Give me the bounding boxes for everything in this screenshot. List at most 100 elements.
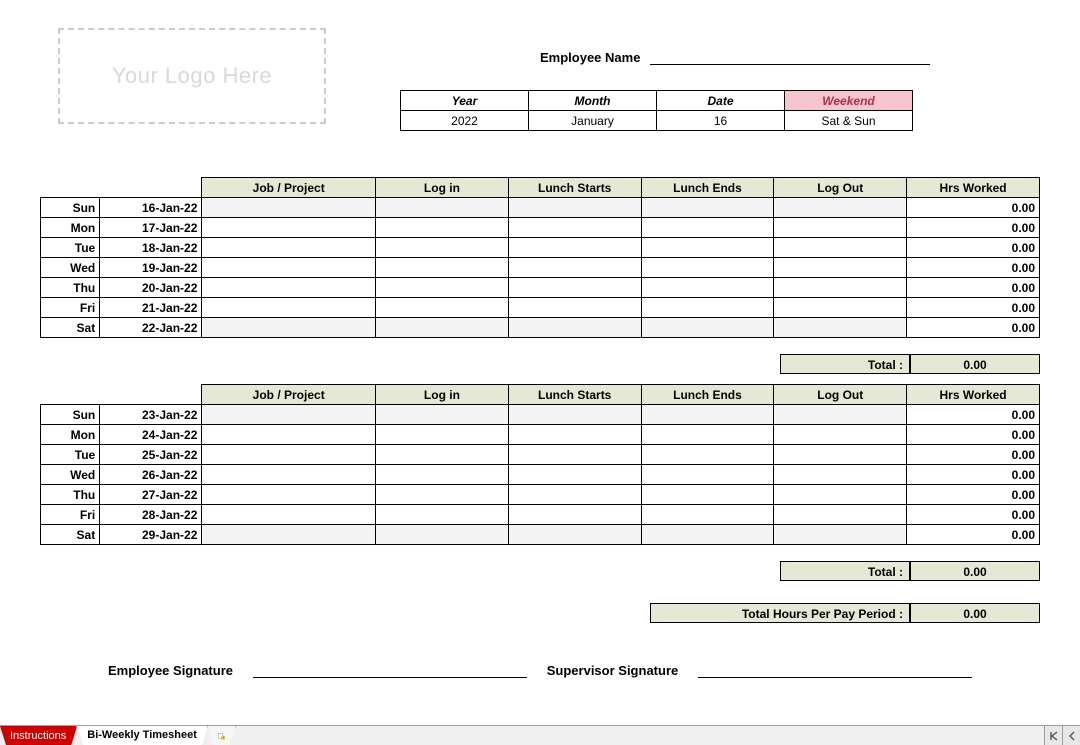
logout-cell[interactable] [774,258,907,278]
lunchstart-cell[interactable] [508,405,641,425]
job-cell[interactable] [202,198,376,218]
job-cell[interactable] [202,298,376,318]
logo-placeholder[interactable]: Your Logo Here [58,28,326,124]
scroll-prev-button[interactable] [1062,726,1080,745]
employee-name-line[interactable] [650,64,930,65]
tab-new-sheet[interactable] [208,726,236,745]
lunchstart-cell[interactable] [508,445,641,465]
job-cell[interactable] [202,525,376,545]
lunchend-cell[interactable] [641,445,774,465]
logout-cell[interactable] [774,485,907,505]
logout-cell[interactable] [774,465,907,485]
week2-total-label: Total : [780,561,910,581]
logout-cell[interactable] [774,298,907,318]
login-cell[interactable] [376,218,509,238]
hrs-cell: 0.00 [907,525,1040,545]
login-cell[interactable] [376,485,509,505]
logout-cell[interactable] [774,525,907,545]
col-lunchstart-header: Lunch Starts [508,178,641,198]
col-login-header: Log in [376,178,509,198]
lunchstart-cell[interactable] [508,318,641,338]
lunchstart-cell[interactable] [508,485,641,505]
lunchend-cell[interactable] [641,405,774,425]
lunchend-cell[interactable] [641,298,774,318]
meta-weekend[interactable]: Sat & Sun [785,111,913,131]
lunchstart-cell[interactable] [508,425,641,445]
login-cell[interactable] [376,445,509,465]
tab-biweekly-timesheet[interactable]: Bi-Weekly Timesheet [77,726,208,745]
employee-signature-line[interactable] [253,663,527,678]
supervisor-signature-label: Supervisor Signature [547,663,678,678]
login-cell[interactable] [376,238,509,258]
login-cell[interactable] [376,278,509,298]
week1-row: Sat22-Jan-220.00 [41,318,1040,338]
login-cell[interactable] [376,465,509,485]
lunchstart-cell[interactable] [508,298,641,318]
pay-period-label: Total Hours Per Pay Period : [650,603,910,623]
login-cell[interactable] [376,525,509,545]
job-cell[interactable] [202,505,376,525]
lunchstart-cell[interactable] [508,218,641,238]
week2-row: Mon24-Jan-220.00 [41,425,1040,445]
scroll-first-button[interactable] [1044,726,1062,745]
supervisor-signature-line[interactable] [698,663,972,678]
job-cell[interactable] [202,425,376,445]
meta-date[interactable]: 16 [657,111,785,131]
job-cell[interactable] [202,465,376,485]
hrs-cell: 0.00 [907,425,1040,445]
hrs-cell: 0.00 [907,505,1040,525]
lunchend-cell[interactable] [641,485,774,505]
job-cell[interactable] [202,318,376,338]
login-cell[interactable] [376,505,509,525]
job-cell[interactable] [202,218,376,238]
col-lunchend-header: Lunch Ends [641,385,774,405]
lunchstart-cell[interactable] [508,238,641,258]
login-cell[interactable] [376,298,509,318]
logout-cell[interactable] [774,238,907,258]
lunchend-cell[interactable] [641,465,774,485]
logout-cell[interactable] [774,445,907,465]
lunchstart-cell[interactable] [508,278,641,298]
lunchstart-cell[interactable] [508,525,641,545]
logout-cell[interactable] [774,425,907,445]
lunchstart-cell[interactable] [508,505,641,525]
tab-instructions[interactable]: Instructions [0,726,77,745]
job-cell[interactable] [202,445,376,465]
logout-cell[interactable] [774,318,907,338]
logout-cell[interactable] [774,218,907,238]
lunchend-cell[interactable] [641,318,774,338]
lunchstart-cell[interactable] [508,258,641,278]
employee-name-field[interactable]: Employee Name [540,50,930,65]
login-cell[interactable] [376,405,509,425]
login-cell[interactable] [376,258,509,278]
day-cell: Sat [41,525,100,545]
lunchend-cell[interactable] [641,505,774,525]
lunchend-cell[interactable] [641,525,774,545]
logout-cell[interactable] [774,505,907,525]
week2-row: Fri28-Jan-220.00 [41,505,1040,525]
day-cell: Thu [41,485,100,505]
meta-year[interactable]: 2022 [401,111,529,131]
lunchend-cell[interactable] [641,198,774,218]
job-cell[interactable] [202,405,376,425]
lunchstart-cell[interactable] [508,198,641,218]
job-cell[interactable] [202,238,376,258]
logout-cell[interactable] [774,278,907,298]
lunchstart-cell[interactable] [508,465,641,485]
lunchend-cell[interactable] [641,278,774,298]
week1-row: Fri21-Jan-220.00 [41,298,1040,318]
lunchend-cell[interactable] [641,425,774,445]
lunchend-cell[interactable] [641,218,774,238]
date-cell: 20-Jan-22 [100,278,202,298]
meta-month[interactable]: January [529,111,657,131]
job-cell[interactable] [202,258,376,278]
logout-cell[interactable] [774,405,907,425]
logout-cell[interactable] [774,198,907,218]
login-cell[interactable] [376,198,509,218]
lunchend-cell[interactable] [641,238,774,258]
lunchend-cell[interactable] [641,258,774,278]
login-cell[interactable] [376,318,509,338]
login-cell[interactable] [376,425,509,445]
job-cell[interactable] [202,485,376,505]
job-cell[interactable] [202,278,376,298]
